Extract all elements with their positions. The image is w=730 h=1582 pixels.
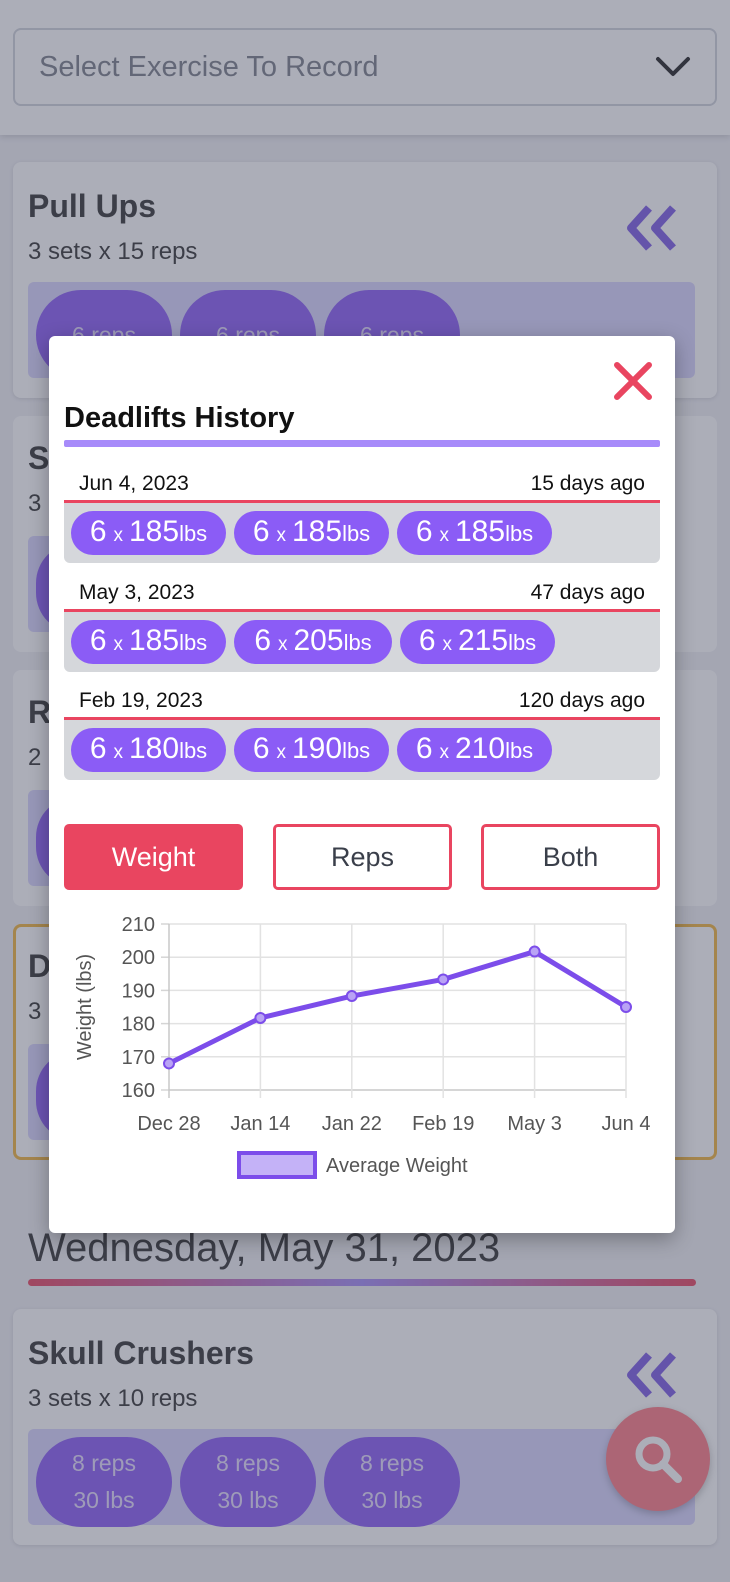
set-unit: lbs	[505, 738, 534, 763]
data-point	[345, 990, 358, 1003]
set-unit: lbs	[343, 630, 372, 655]
set-pill: 6 x 205 lbs	[234, 620, 392, 664]
session-date: May 3, 2023	[79, 581, 195, 604]
session-age: 47 days ago	[530, 581, 645, 604]
legend-label: Average Weight	[326, 1155, 468, 1177]
set-pill: 6 x 185 lbs	[397, 511, 552, 555]
set-x: x	[113, 634, 124, 655]
y-tick-label: 200	[122, 947, 155, 969]
set-unit: lbs	[179, 630, 208, 655]
data-point	[254, 1011, 267, 1024]
set-pill: 6 x 180 lbs	[71, 728, 226, 772]
set-unit: lbs	[179, 738, 208, 763]
set-pill: 6 x 215 lbs	[400, 620, 555, 664]
set-x: x	[442, 634, 453, 655]
set-reps: 6	[89, 624, 107, 657]
set-pill: 6 x 185 lbs	[71, 620, 226, 664]
session-age: 15 days ago	[530, 472, 645, 495]
set-weight: 185	[129, 515, 180, 548]
set-weight: 190	[292, 732, 343, 765]
set-x: x	[439, 742, 450, 763]
y-tick-label: 210	[122, 914, 155, 936]
history-modal: Deadlifts History Jun 4, 2023 15 days ag…	[49, 336, 675, 1233]
set-weight: 210	[455, 732, 506, 765]
set-reps: 6	[252, 732, 270, 765]
set-reps: 6	[89, 515, 107, 548]
session-sets-tray: 6 x 185 lbs 6 x 205 lbs 6 x 215 lbs	[64, 612, 660, 672]
set-pill: 6 x 190 lbs	[234, 728, 389, 772]
set-reps: 6	[418, 624, 436, 657]
history-session: May 3, 2023 47 days ago 6 x 185 lbs 6 x 205 lb…	[64, 581, 660, 675]
set-weight: 180	[129, 732, 180, 765]
set-reps: 6	[415, 732, 433, 765]
set-weight: 205	[293, 624, 344, 657]
y-tick-label: 190	[122, 980, 155, 1002]
session-sets-tray: 6 x 185 lbs 6 x 185 lbs 6 x 185 lbs	[64, 503, 660, 563]
y-tick-label: 170	[122, 1047, 155, 1069]
set-unit: lbs	[342, 521, 371, 546]
set-pill: 6 x 185 lbs	[71, 511, 226, 555]
close-icon[interactable]	[612, 360, 654, 402]
modal-title: Deadlifts History	[64, 402, 295, 434]
data-point	[620, 1001, 632, 1013]
x-tick-label: Jan 14	[230, 1113, 290, 1135]
data-point	[437, 973, 450, 986]
set-reps: 6	[254, 624, 271, 657]
x-tick-label: Dec 28	[137, 1113, 200, 1135]
line-chart: 160 170 180 190 200 210 Dec 28 Jan 14 Jan 22 Feb …	[74, 914, 651, 1179]
x-tick-label: May 3	[507, 1113, 561, 1135]
set-weight: 215	[458, 624, 509, 657]
y-tick-label: 160	[122, 1080, 155, 1102]
set-weight: 185	[292, 515, 343, 548]
set-x: x	[278, 634, 288, 655]
session-date: Feb 19, 2023	[79, 689, 203, 712]
set-reps: 6	[89, 732, 107, 765]
x-tick-label: Jun 4	[602, 1113, 651, 1135]
data-point	[528, 945, 541, 958]
set-unit: lbs	[508, 630, 537, 655]
x-tick-label: Feb 19	[412, 1113, 474, 1135]
mode-button-both[interactable]: Both	[481, 824, 660, 890]
set-x: x	[276, 525, 287, 546]
set-unit: lbs	[342, 738, 371, 763]
session-sets-tray: 6 x 180 lbs 6 x 190 lbs 6 x 210 lbs	[64, 720, 660, 780]
set-reps: 6	[252, 515, 270, 548]
set-unit: lbs	[505, 521, 534, 546]
y-tick-label: 180	[122, 1014, 155, 1036]
x-tick-label: Jan 22	[322, 1113, 382, 1135]
set-unit: lbs	[179, 521, 208, 546]
set-reps: 6	[415, 515, 433, 548]
legend-swatch	[237, 1151, 317, 1179]
weight-history-chart: 160 170 180 190 200 210 Dec 28 Jan 14 Jan 22 Feb …	[64, 906, 660, 1196]
set-pill: 6 x 210 lbs	[397, 728, 552, 772]
set-x: x	[113, 525, 124, 546]
session-date: Jun 4, 2023	[79, 472, 189, 495]
set-x: x	[439, 525, 450, 546]
set-pill: 6 x 185 lbs	[234, 511, 389, 555]
series-line-average-weight	[167, 949, 628, 1066]
session-age: 120 days ago	[518, 689, 645, 712]
y-axis-label: Weight (lbs)	[74, 954, 96, 1060]
mode-button-weight[interactable]: Weight	[64, 824, 243, 890]
set-x: x	[113, 742, 124, 763]
history-session: Feb 19, 2023 120 days ago 6 x 180 lbs 6 x 190…	[64, 689, 660, 783]
set-weight: 185	[129, 624, 180, 657]
history-session: Jun 4, 2023 15 days ago 6 x 185 lbs 6 x 185 lb…	[64, 472, 660, 566]
mode-button-reps[interactable]: Reps	[273, 824, 452, 890]
title-divider	[64, 440, 660, 447]
set-weight: 185	[455, 515, 506, 548]
set-x: x	[276, 742, 287, 763]
data-point	[163, 1057, 175, 1070]
